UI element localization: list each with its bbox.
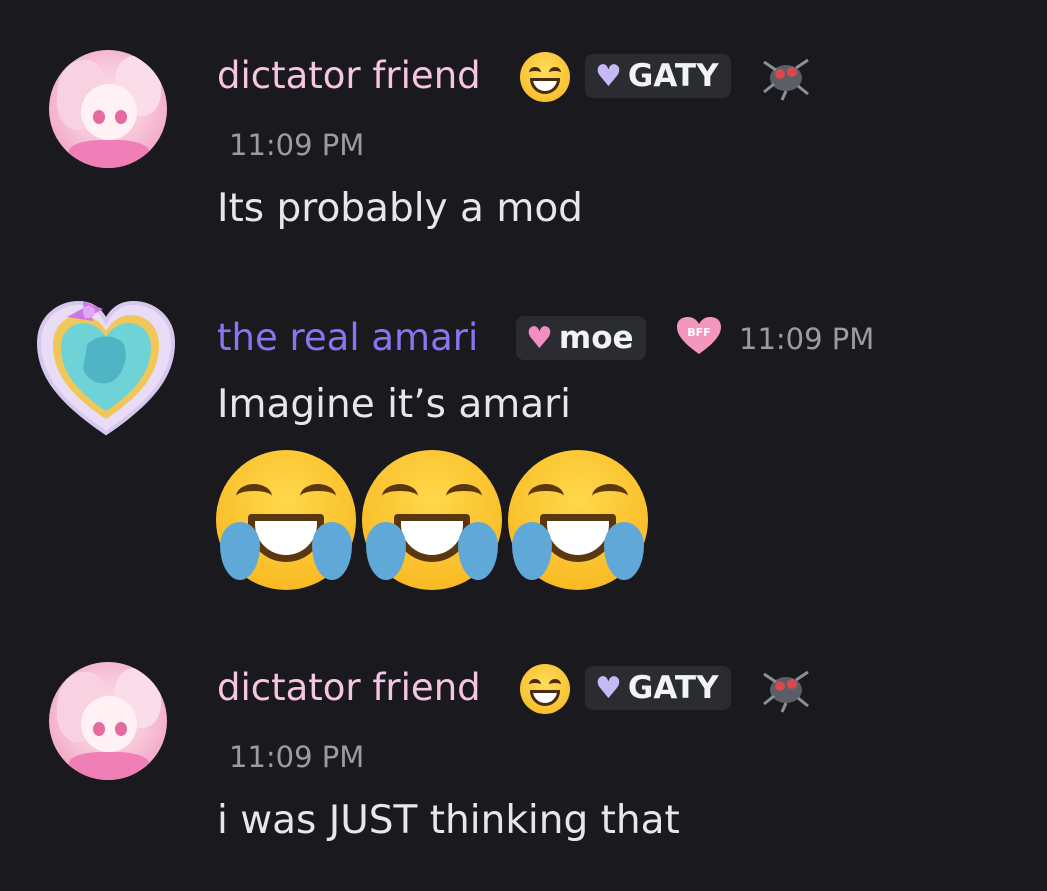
lavender-heart-icon: ♥ bbox=[595, 670, 622, 706]
role-tag[interactable]: ♥ GATY bbox=[585, 666, 731, 710]
tears-of-joy-emoji-icon bbox=[362, 450, 502, 590]
pink-heart-icon: ♥ bbox=[526, 320, 553, 356]
avatar[interactable] bbox=[37, 295, 175, 439]
message-text: Imagine it’s amari bbox=[217, 382, 571, 427]
message-text: i was JUST thinking that bbox=[217, 798, 680, 843]
bug-icon bbox=[763, 58, 809, 101]
username[interactable]: dictator friend bbox=[217, 54, 481, 98]
message-text: Its probably a mod bbox=[217, 186, 583, 231]
grinning-emoji-icon bbox=[520, 52, 570, 102]
tears-of-joy-emoji-icon bbox=[508, 450, 648, 590]
role-tag[interactable]: ♥ GATY bbox=[585, 54, 731, 98]
role-tag-label: moe bbox=[558, 320, 634, 356]
bug-icon bbox=[763, 670, 809, 713]
tears-of-joy-emoji-icon bbox=[216, 450, 356, 590]
grinning-emoji-icon bbox=[520, 664, 570, 714]
message: dictator friend ♥ GATY 11:09 PM Its prob… bbox=[0, 0, 1047, 260]
avatar[interactable] bbox=[49, 50, 167, 168]
role-tag-label: GATY bbox=[627, 58, 719, 94]
timestamp: 11:09 PM bbox=[229, 128, 365, 162]
username[interactable]: the real amari bbox=[217, 316, 478, 360]
role-tag[interactable]: ♥ moe bbox=[516, 316, 646, 360]
role-tag-label: GATY bbox=[627, 670, 719, 706]
bff-badge-label: BFF bbox=[687, 326, 710, 339]
avatar[interactable] bbox=[49, 662, 167, 780]
bff-badge-icon: BFF bbox=[677, 317, 721, 354]
lavender-heart-icon: ♥ bbox=[595, 58, 622, 94]
timestamp: 11:09 PM bbox=[739, 322, 875, 356]
timestamp: 11:09 PM bbox=[229, 740, 365, 774]
username[interactable]: dictator friend bbox=[217, 666, 481, 710]
